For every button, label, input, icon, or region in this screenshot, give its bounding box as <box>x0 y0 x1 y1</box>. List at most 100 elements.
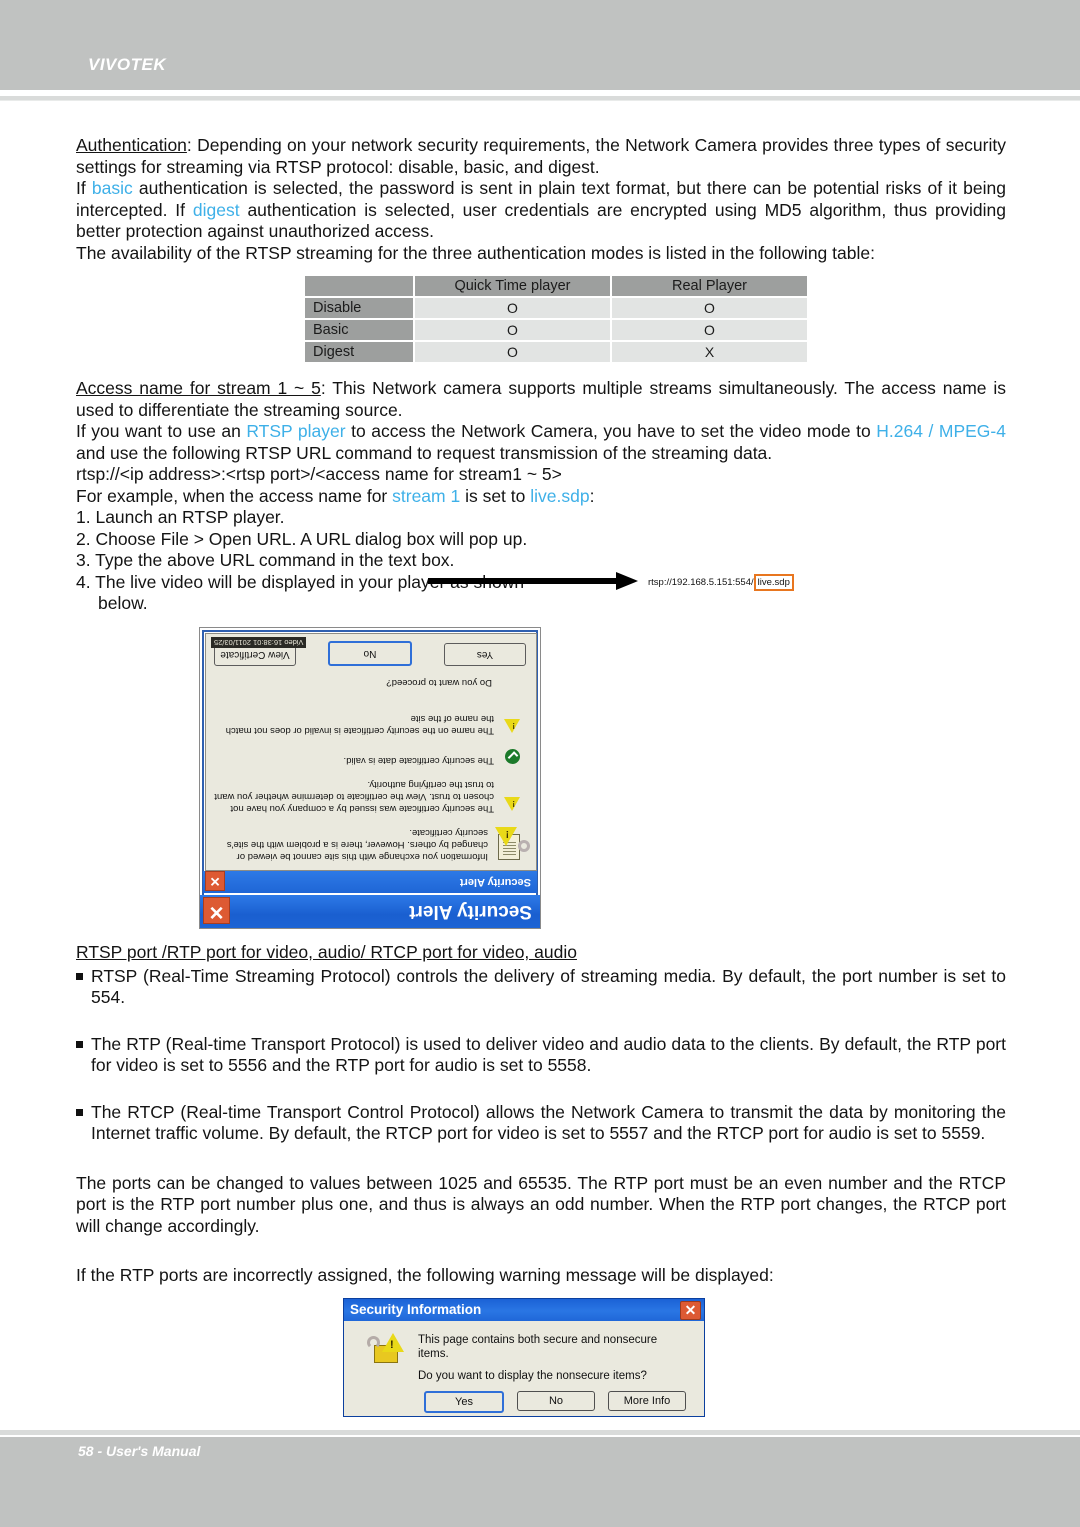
alert-heading-row: ! Information you exchange with this sit… <box>210 824 530 862</box>
yes-button[interactable]: Yes <box>424 1391 504 1413</box>
pointer-arrow <box>428 572 658 590</box>
digest-keyword: digest <box>192 199 240 220</box>
security-information-dialog: Security Information ✕ ! This page conta… <box>343 1298 705 1417</box>
row-label-digest: Digest <box>305 342 413 362</box>
secinfo-title-text: Security Information <box>350 1302 482 1318</box>
secinfo-titlebar: Security Information ✕ <box>344 1299 704 1321</box>
cell-basic-quicktime: O <box>415 320 610 340</box>
availability-table: Quick Time player Real Player Disable O … <box>303 274 809 364</box>
more-info-button[interactable]: More Info <box>608 1391 686 1411</box>
rtsp-player-keyword: RTSP player <box>246 421 346 441</box>
table-header-row: Quick Time player Real Player <box>305 276 807 296</box>
example-middle: is set to <box>460 485 531 506</box>
rtsp-middle: to access the Network Camera, you have t… <box>345 421 877 441</box>
document-content: Authentication: Depending on your networ… <box>76 135 1006 264</box>
basic-prefix: If <box>76 178 92 198</box>
secinfo-button-row: Yes No More Info <box>424 1391 686 1413</box>
basic-digest-paragraph: If basic authentication is selected, the… <box>76 178 1006 243</box>
security-alert-dialog: Security Alert ✕ Security Alert ✕ ! Info… <box>200 628 540 928</box>
table-header-realplayer: Real Player <box>612 276 807 296</box>
no-button[interactable]: No <box>328 641 412 666</box>
example-stream-keyword: stream 1 <box>392 485 461 506</box>
cell-basic-realplayer: O <box>612 320 807 340</box>
table-header-quicktime: Quick Time player <box>415 276 610 296</box>
ports-section: RTSP port /RTP port for video, audio/ RT… <box>76 942 1006 1287</box>
close-icon[interactable]: ✕ <box>680 1301 701 1320</box>
table-row: Disable O O <box>305 298 807 318</box>
alert-item-date-text: The security certificate date is valid. <box>343 755 494 766</box>
ports-heading: RTSP port /RTP port for video, audio/ RT… <box>76 942 577 962</box>
cell-disable-quicktime: O <box>415 298 610 318</box>
bullet-rtp-text: The RTP (Real-time Transport Protocol) i… <box>91 1033 1006 1076</box>
example-prefix: For example, when the access name for <box>76 485 393 506</box>
ports-range-paragraph: The ports can be changed to values betwe… <box>76 1172 1006 1236</box>
step-3: 3. Type the above URL command in the tex… <box>76 550 455 570</box>
access-name-term: Access name for stream 1 ~ 5 <box>76 378 321 398</box>
vivotek-logo: VIVOTEK <box>88 55 167 74</box>
secinfo-text-primary: This page contains both secure and nonse… <box>418 1334 658 1360</box>
bullet-square-icon <box>76 972 83 980</box>
availability-intro: The availability of the RTSP streaming f… <box>76 242 875 263</box>
alert-title-large: Security Alert <box>409 901 532 922</box>
alert-titlebar-large: Security Alert ✕ <box>200 895 540 928</box>
table-row: Basic O O <box>305 320 807 340</box>
basic-keyword: basic <box>91 178 133 198</box>
row-label-basic: Basic <box>305 320 413 340</box>
table-header-blank <box>305 276 413 296</box>
footer-page-label: 58 - User's Manual <box>78 1443 201 1459</box>
codec-keyword: H.264 / MPEG-4 <box>876 421 1006 441</box>
warning-intro-paragraph: If the RTP ports are incorrectly assigne… <box>76 1265 774 1285</box>
step-2: 2. Choose File > Open URL. A URL dialog … <box>76 528 528 549</box>
lock-warning-icon: ! <box>366 1333 408 1369</box>
video-timestamp: Video 16:38:01 2011/03/25 <box>211 637 307 648</box>
authentication-term: Authentication <box>76 135 187 155</box>
header-divider-thin <box>0 100 1080 101</box>
authentication-rest: : Depending on your network security req… <box>76 135 1006 177</box>
alert-heading-text: Information you exchange with this site … <box>226 827 488 862</box>
warning-triangle-icon: ! <box>498 712 522 736</box>
authentication-paragraph: Authentication: Depending on your networ… <box>76 135 1006 178</box>
warning-triangle-icon: ! <box>498 778 522 814</box>
example-colon: : <box>589 485 595 506</box>
bullet-rtcp: The RTCP (Real-time Transport Control Pr… <box>76 1102 1006 1145</box>
alert-body: ! Information you exchange with this sit… <box>205 633 537 871</box>
rtsp-url-pattern: rtsp://<ip address>:<rtsp port>/<access … <box>76 464 562 484</box>
cell-disable-realplayer: O <box>612 298 807 318</box>
bullet-rtsp: RTSP (Real-Time Streaming Protocol) cont… <box>76 966 1006 1009</box>
arrow-line-icon <box>428 578 618 584</box>
secinfo-text-question: Do you want to display the nonsecure ite… <box>418 1370 647 1382</box>
url-callout-highlight: live.sdp <box>753 574 794 591</box>
alert-item-name: ! The name on the security certificate i… <box>210 712 522 736</box>
row-label-disable: Disable <box>305 298 413 318</box>
bullet-square-icon <box>76 1108 83 1116</box>
bullet-rtsp-text: RTSP (Real-Time Streaming Protocol) cont… <box>91 965 1006 1008</box>
yes-button[interactable]: Yes <box>444 643 526 666</box>
step-1: 1. Launch an RTSP player. <box>76 507 285 527</box>
close-icon[interactable]: ✕ <box>203 897 230 924</box>
alert-item-name-text: The name on the security certificate is … <box>225 713 494 736</box>
alert-item-trust: ! The security certificate was issued by… <box>210 778 522 814</box>
example-intro: For example, when the access name for st… <box>76 486 1006 508</box>
footer-divider <box>0 1430 1080 1435</box>
alert-item-trust-text: The security certificate was issued by a… <box>214 779 494 814</box>
rtsp-player-paragraph: If you want to use an RTSP player to acc… <box>76 421 1006 464</box>
access-name-paragraph: Access name for stream 1 ~ 5: This Netwo… <box>76 378 1006 421</box>
green-check-icon <box>498 749 522 766</box>
bullet-rtcp-text: The RTCP (Real-time Transport Control Pr… <box>91 1101 1006 1144</box>
bullet-square-icon <box>76 1040 83 1048</box>
close-icon[interactable]: ✕ <box>205 871 225 891</box>
cell-digest-quicktime: O <box>415 342 610 362</box>
table-row: Digest O X <box>305 342 807 362</box>
security-alert-screenshot: Security Alert ✕ Security Alert ✕ ! Info… <box>199 627 541 929</box>
secinfo-body: ! This page contains both secure and non… <box>344 1321 704 1416</box>
step-4-cont: below. <box>98 593 148 613</box>
url-callout-prefix: rtsp://192.168.5.151:554/ <box>648 577 754 588</box>
alert-titlebar-small: Security Alert ✕ <box>203 871 537 893</box>
cell-digest-realplayer: X <box>612 342 807 362</box>
alert-item-date: The security certificate date is valid. <box>210 749 522 766</box>
no-button[interactable]: No <box>517 1391 595 1411</box>
url-callout: rtsp://192.168.5.151:554/live.sdp <box>648 574 794 591</box>
bullet-rtp: The RTP (Real-time Transport Protocol) i… <box>76 1034 1006 1077</box>
rtsp-prefix: If you want to use an <box>76 421 247 441</box>
rtsp-suffix: and use the following RTSP URL command t… <box>76 442 773 463</box>
